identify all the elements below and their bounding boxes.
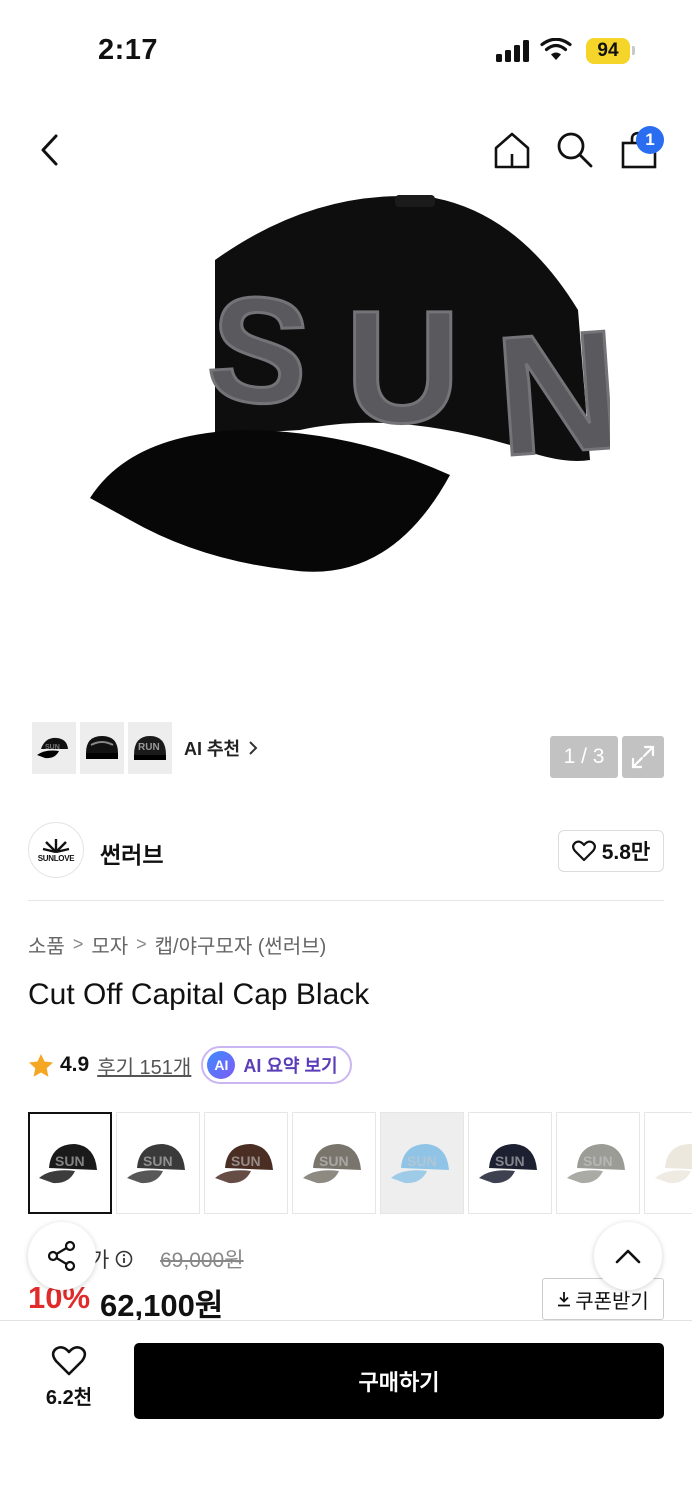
price-label: 가 (90, 1244, 133, 1274)
ai-thumbnail[interactable]: SUN (32, 722, 76, 774)
divider (28, 900, 664, 901)
cap-swatch-icon: SUN (215, 1144, 273, 1184)
product-image[interactable]: S U N (90, 190, 610, 590)
download-icon (558, 1292, 571, 1307)
battery-cap (632, 46, 635, 55)
brand-like-button[interactable]: 5.8만 (558, 830, 664, 872)
heart-icon (571, 840, 596, 862)
ai-recommend-link[interactable]: AI 추천 (184, 735, 258, 761)
brand-row: SUNLOVE 썬러브 5.8만 (28, 822, 664, 880)
heart-icon (51, 1346, 87, 1376)
final-price: 62,100원 (100, 1288, 224, 1323)
status-time: 2:17 (98, 34, 159, 66)
expand-image-button[interactable] (622, 736, 664, 778)
original-price: 69,000원 (160, 1249, 244, 1272)
ai-summary-button[interactable]: AI AI 요약 보기 (201, 1046, 352, 1084)
home-icon (494, 132, 530, 169)
info-icon[interactable] (115, 1250, 133, 1268)
chevron-right-icon: > (136, 934, 147, 954)
share-button[interactable] (28, 1222, 96, 1290)
share-icon (47, 1240, 76, 1272)
cap-swatch-icon (655, 1144, 692, 1184)
search-icon (557, 132, 593, 168)
cap-thumbnail-icon: RUN (134, 736, 166, 760)
expand-icon (631, 745, 655, 769)
cap-swatch-icon: SUN (567, 1144, 625, 1184)
ai-thumbnail[interactable]: RUN (128, 722, 172, 774)
breadcrumb-item[interactable]: 모자 (91, 930, 128, 959)
wifi-icon (540, 38, 572, 60)
color-swatch[interactable]: SUN (556, 1112, 640, 1214)
ai-badge-icon: AI (207, 1051, 236, 1079)
svg-text:SUN: SUN (407, 1153, 437, 1169)
ai-recommend-box[interactable]: SUN RUN AI 추천 (28, 718, 266, 778)
ai-recommend-label: AI 추천 (184, 739, 241, 759)
color-swatch[interactable]: SUN (380, 1112, 464, 1214)
top-navigation (0, 120, 692, 180)
svg-text:S: S (200, 261, 317, 439)
breadcrumb-item[interactable]: 캡/야구모자 (썬러브) (155, 930, 327, 959)
cap-swatch-icon: SUN (127, 1144, 185, 1184)
image-counter: 1 / 3 (550, 736, 618, 778)
cap-thumbnail-icon: SUN (37, 737, 68, 759)
cart-button[interactable] (609, 120, 669, 180)
svg-text:SUN: SUN (143, 1153, 173, 1169)
battery-indicator: 94 (586, 38, 630, 64)
color-swatch[interactable]: SUN (204, 1112, 288, 1214)
sun-logo-icon (42, 839, 70, 853)
brand-logo[interactable]: SUNLOVE (28, 822, 84, 878)
brand-logo-text: SUNLOVE (37, 854, 75, 863)
chevron-up-icon (615, 1249, 641, 1264)
svg-text:SUN: SUN (45, 744, 60, 751)
cap-thumbnail-icon (86, 736, 118, 759)
wishlist-count: 6.2천 (45, 1387, 93, 1409)
home-button[interactable] (482, 120, 542, 180)
breadcrumb-item[interactable]: 소품 (28, 930, 65, 959)
wishlist-button[interactable]: 6.2천 (28, 1345, 110, 1410)
brand-name[interactable]: 썬러브 (100, 836, 163, 870)
bottom-action-bar: 6.2천 구매하기 (0, 1320, 692, 1500)
color-swatch[interactable] (644, 1112, 692, 1214)
ai-summary-label: AI 요약 보기 (243, 1056, 338, 1076)
status-bar: 2:17 94 (0, 0, 692, 100)
chevron-left-icon (41, 134, 58, 166)
brand-like-count: 5.8만 (601, 841, 651, 864)
chevron-right-icon (249, 741, 258, 755)
color-swatch[interactable]: SUN (28, 1112, 112, 1214)
cap-swatch-icon: SUN (303, 1144, 361, 1184)
svg-text:SUN: SUN (55, 1153, 85, 1169)
product-title: Cut Off Capital Cap Black (28, 978, 370, 1011)
color-swatch[interactable]: SUN (292, 1112, 376, 1214)
search-button[interactable] (545, 120, 605, 180)
color-swatch[interactable]: SUN (468, 1112, 552, 1214)
svg-text:RUN: RUN (138, 742, 160, 753)
scroll-top-button[interactable] (594, 1222, 662, 1290)
svg-text:SUN: SUN (319, 1153, 349, 1169)
breadcrumb: 소품 > 모자 > 캡/야구모자 (썬러브) (28, 930, 326, 959)
cap-swatch-icon: SUN (39, 1144, 97, 1184)
coupon-label: 쿠폰받기 (575, 1290, 649, 1313)
svg-text:SUN: SUN (231, 1153, 261, 1169)
back-button[interactable] (20, 120, 80, 180)
svg-text:N: N (490, 294, 610, 492)
review-link[interactable]: 후기 151개 (97, 1051, 191, 1080)
cap-swatch-icon: SUN (391, 1144, 449, 1184)
svg-text:SUN: SUN (495, 1153, 525, 1169)
rating-value: 4.9 (60, 1053, 90, 1076)
buy-button[interactable]: 구매하기 (134, 1343, 664, 1419)
chevron-right-icon: > (72, 934, 84, 954)
svg-text:SUN: SUN (583, 1153, 613, 1169)
cart-count-badge: 1 (636, 126, 664, 154)
star-icon (29, 1053, 53, 1077)
color-swatch[interactable]: SUN (116, 1112, 200, 1214)
svg-text:U: U (345, 277, 461, 456)
ai-thumbnail[interactable] (80, 722, 124, 774)
cap-swatch-icon: SUN (479, 1144, 537, 1184)
color-options: SUN SUN SUN SUN SUN SUN SUN (28, 1112, 692, 1216)
rating-row: 4.9 후기 151개 AI AI 요약 보기 (28, 1046, 352, 1084)
cellular-signal-icon (496, 40, 529, 62)
